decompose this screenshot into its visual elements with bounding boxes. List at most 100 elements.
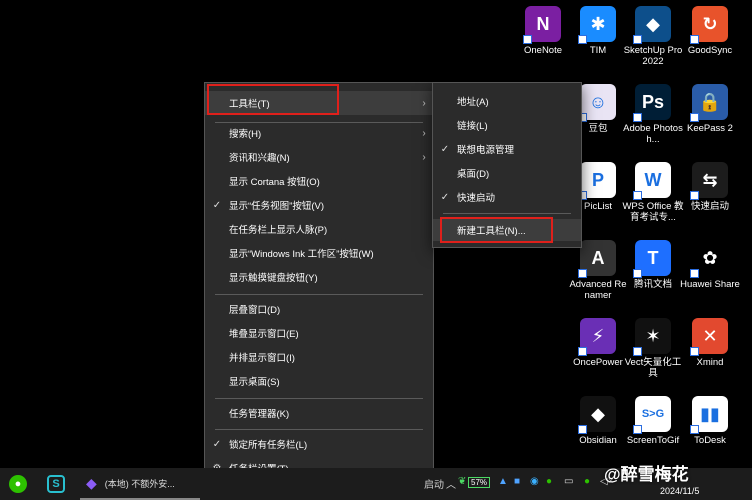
tencentdocs-icon: T: [633, 240, 671, 278]
watermark-date: 2024/11/5: [660, 486, 700, 496]
menu-separator: [215, 294, 423, 295]
desktop-icon-kuaisu[interactable]: ⇆ 快速启动: [679, 162, 741, 212]
submenu-item-desktop[interactable]: 桌面(D): [433, 162, 581, 184]
oncepower-icon: ⚡: [578, 318, 616, 356]
tim-icon: ✱: [578, 6, 616, 44]
menu-item-task-view[interactable]: ✓ 显示“任务视图”按钮(V): [205, 194, 433, 216]
tray-app-icon[interactable]: ◉: [530, 476, 539, 487]
battery-indicator[interactable]: 57%: [468, 477, 491, 488]
toolbars-submenu: 地址(A) 链接(L) ✓ 联想电源管理 桌面(D) ✓ 快速启动 新建工具栏(N)…: [432, 82, 582, 248]
menu-item-windows-ink[interactable]: 显示“Windows Ink 工作区”按钮(W): [205, 242, 433, 264]
menu-separator: [215, 429, 423, 430]
screentogif-icon: S>G: [633, 396, 671, 434]
desktop-icon-label: Huawei Share: [680, 279, 740, 290]
desktop-icon-renamer[interactable]: A Advanced Renamer: [567, 240, 629, 301]
piclist-icon: P: [578, 162, 616, 200]
submenu-item-address[interactable]: 地址(A): [433, 90, 581, 112]
menu-item-lock-taskbars[interactable]: ✓ 锁定所有任务栏(L): [205, 433, 433, 455]
desktop-icon-label: SketchUp Pro 2022: [623, 45, 683, 67]
network-icon[interactable]: ▭: [564, 476, 573, 487]
submenu-item-quick-launch[interactable]: ✓ 快速启动: [433, 186, 581, 208]
vect-icon: ✶: [633, 318, 671, 356]
desktop-icon-photoshop[interactable]: Ps Adobe Photosh...: [622, 84, 684, 145]
menu-item-show-desktop[interactable]: 显示桌面(S): [205, 370, 433, 392]
desktop-icon-vect[interactable]: ✶ Vect矢量化工具: [622, 318, 684, 379]
tray-app-icon[interactable]: ▲: [498, 476, 508, 487]
s-app-icon[interactable]: S: [42, 468, 70, 500]
huawei-icon: ✿: [690, 240, 728, 278]
menu-separator: [215, 398, 423, 399]
tray-app-icon[interactable]: ●: [546, 476, 552, 487]
wechat-icon[interactable]: ●: [4, 468, 32, 500]
desktop-icon-screentogif[interactable]: S>G ScreenToGif: [622, 396, 684, 446]
menu-item-cortana[interactable]: 显示 Cortana 按钮(O): [205, 170, 433, 192]
desktop-icon-oncepower[interactable]: ⚡ OncePower: [567, 318, 629, 368]
chevron-right-icon: ›: [422, 127, 426, 139]
desktop-icon-obsidian[interactable]: ◆ Obsidian: [567, 396, 629, 446]
menu-item-task-manager[interactable]: 任务管理器(K): [205, 402, 433, 424]
desktop-icon-label: Obsidian: [579, 435, 617, 446]
submenu-item-links[interactable]: 链接(L): [433, 114, 581, 136]
menu-item-toolbars[interactable]: 工具栏(T) ›: [205, 91, 433, 115]
desktop-icon-todesk[interactable]: ▮▮ ToDesk: [679, 396, 741, 446]
sketchup-icon: ◆: [633, 6, 671, 44]
chevron-right-icon: ›: [422, 97, 426, 109]
desktop-icon-label: GoodSync: [687, 45, 733, 56]
submenu-item-new-toolbar[interactable]: 新建工具栏(N)...: [433, 219, 581, 241]
menu-item-people[interactable]: 在任务栏上显示人脉(P): [205, 218, 433, 240]
desktop-icon-onenote[interactable]: N OneNote: [512, 6, 574, 56]
menu-item-search[interactable]: 搜索(H) ›: [205, 122, 433, 144]
desktop-icon-label: Advanced Renamer: [569, 279, 627, 301]
desktop-icon-label: TIM: [589, 45, 607, 56]
desktop-icon-label: ToDesk: [694, 435, 726, 446]
photoshop-icon: Ps: [633, 84, 671, 122]
menu-item-stacked[interactable]: 堆叠显示窗口(E): [205, 322, 433, 344]
desktop-icon-keepass[interactable]: 🔒 KeePass 2: [679, 84, 741, 134]
menu-item-touch-keyboard[interactable]: 显示触摸键盘按钮(Y): [205, 266, 433, 288]
menu-item-side-by-side[interactable]: 并排显示窗口(I): [205, 346, 433, 368]
watermark: @醉雪梅花: [604, 465, 689, 484]
tray-app-icon[interactable]: ■: [514, 476, 520, 487]
checkmark-icon: ✓: [212, 438, 222, 450]
todesk-icon: ▮▮: [690, 396, 728, 434]
wechat-tray-icon[interactable]: ●: [584, 476, 590, 487]
desktop-icon-label: ScreenToGif: [626, 435, 680, 446]
desktop-icon-label: Adobe Photosh...: [623, 123, 683, 145]
desktop-icon-label: Xmind: [696, 357, 724, 368]
xmind-icon: ✕: [690, 318, 728, 356]
desktop-icon-tim[interactable]: ✱ TIM: [567, 6, 629, 56]
desktop-icon-huawei[interactable]: ✿ Huawei Share: [679, 240, 741, 290]
menu-item-cascade[interactable]: 层叠窗口(D): [205, 298, 433, 320]
desktop-icon-label: 快速启动: [690, 201, 729, 212]
taskbar-context-menu: 工具栏(T) › 搜索(H) › 资讯和兴趣(N) › 显示 Cortana 按钮(O…: [204, 82, 434, 488]
checkmark-icon: ✓: [212, 199, 222, 211]
desktop-icon-label: OneNote: [523, 45, 563, 56]
desktop-icon-sketchup[interactable]: ◆ SketchUp Pro 2022: [622, 6, 684, 67]
desktop-icon-tencentdocs[interactable]: T 腾讯文档: [622, 240, 684, 290]
kuaisu-icon: ⇆: [690, 162, 728, 200]
desktop-icon-wps[interactable]: W WPS Office 教育考试专...: [622, 162, 684, 223]
desktop-icon-xmind[interactable]: ✕ Xmind: [679, 318, 741, 368]
submenu-item-lenovo-power[interactable]: ✓ 联想电源管理: [433, 138, 581, 160]
desktop-icon-goodsync[interactable]: ↻ GoodSync: [679, 6, 741, 56]
desktop-icon-label: OncePower: [573, 357, 623, 368]
checkmark-icon: ✓: [440, 191, 450, 203]
obsidian-taskbar-button[interactable]: ◆ (本地) 不额外安...: [80, 468, 200, 500]
menu-item-news-interests[interactable]: 资讯和兴趣(N) ›: [205, 146, 433, 168]
desktop-icon-label: WPS Office 教育考试专...: [622, 201, 684, 223]
desktop-icon-label: KeePass 2: [687, 123, 733, 134]
leaf-icon[interactable]: ❦: [458, 476, 466, 487]
chevron-right-icon: ›: [422, 151, 426, 163]
wps-icon: W: [633, 162, 671, 200]
onenote-icon: N: [523, 6, 561, 44]
obsidian-icon: ◆: [578, 396, 616, 434]
keepass-icon: 🔒: [690, 84, 728, 122]
doubao-icon: ☺: [578, 84, 616, 122]
chevron-up-icon[interactable]: ︿: [446, 476, 456, 491]
renamer-icon: A: [578, 240, 616, 278]
desktop-icon-label: 腾讯文档: [633, 279, 672, 290]
desktop-icon-label: Vect矢量化工具: [624, 357, 682, 379]
obsidian-icon: ◆: [86, 474, 97, 491]
goodsync-icon: ↻: [690, 6, 728, 44]
menu-separator: [443, 213, 571, 214]
